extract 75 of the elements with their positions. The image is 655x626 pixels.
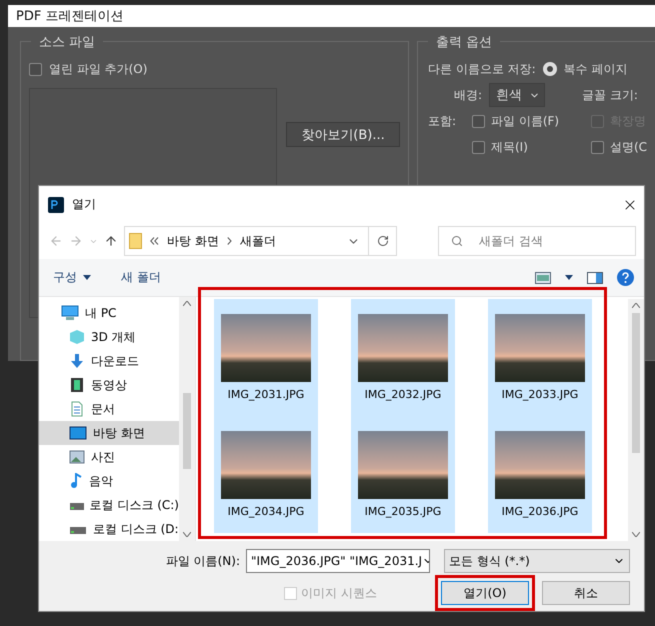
nav-item[interactable]: 사진 <box>39 445 179 469</box>
field-label: 배경: <box>454 86 482 104</box>
cube-icon <box>69 329 85 345</box>
checkbox[interactable] <box>591 140 604 154</box>
film-icon <box>69 377 85 393</box>
checkbox-label: 이미지 시퀀스 <box>301 584 377 602</box>
browse-button[interactable]: 찾아보기(B)... <box>286 122 400 147</box>
nav-item[interactable]: 문서 <box>39 397 179 421</box>
nav-item[interactable]: 다운로드 <box>39 349 179 373</box>
nav-item[interactable]: 내 PC <box>39 301 179 325</box>
file-type-select[interactable]: 모든 형식 (*.*) <box>444 549 630 573</box>
new-folder-button[interactable]: 새 폴더 <box>121 269 161 286</box>
checkbox[interactable] <box>472 140 485 154</box>
nav-item[interactable]: 3D 개체 <box>39 325 179 349</box>
nav-item[interactable]: 로컬 디스크 (D: <box>39 517 179 541</box>
file-name-field[interactable]: "IMG_2036.JPG" "IMG_2031.J <box>246 549 430 573</box>
scroll-down-icon[interactable] <box>632 532 640 537</box>
up-arrow-icon[interactable] <box>104 234 118 248</box>
computer-icon <box>61 305 79 321</box>
monitor-icon <box>69 426 87 440</box>
radio-button[interactable] <box>542 62 557 76</box>
help-icon[interactable] <box>617 269 634 286</box>
scrollbar-thumb[interactable] <box>632 313 640 453</box>
refresh-icon[interactable] <box>376 235 388 247</box>
scrollbar-thumb[interactable] <box>183 393 191 469</box>
double-chevron-icon <box>150 237 159 245</box>
checkbox[interactable] <box>472 114 485 128</box>
view-icon[interactable] <box>535 272 551 284</box>
search-field[interactable]: 새폴더 검색 <box>438 226 636 256</box>
group-legend: 출력 옵션 <box>428 33 500 51</box>
dialog-title: 열기 <box>72 196 96 213</box>
picture-icon <box>69 450 85 464</box>
scrollbar[interactable] <box>179 297 195 541</box>
address-bar[interactable]: 바탕 화면 새폴더 <box>124 226 397 256</box>
file-item[interactable]: IMG_2031.JPG <box>214 299 318 416</box>
checkbox-label: 설명(C <box>610 138 648 156</box>
cancel-button[interactable]: 취소 <box>542 581 630 605</box>
group-legend: 소스 파일 <box>31 33 104 51</box>
organize-menu[interactable]: 구성 <box>53 269 91 286</box>
checkbox[interactable] <box>29 62 42 76</box>
checkbox-label: 열린 파일 추가(O) <box>49 60 148 78</box>
field-label: 글꼴 크기: <box>582 86 638 104</box>
scroll-up-icon[interactable] <box>183 301 191 306</box>
field-label: 포함: <box>428 112 456 130</box>
breadcrumb[interactable]: 바탕 화면 <box>167 232 219 250</box>
file-item[interactable]: IMG_2033.JPG <box>488 299 592 416</box>
scroll-down-icon[interactable] <box>183 532 191 537</box>
nav-item[interactable]: 바탕 화면 <box>39 421 179 445</box>
file-item[interactable]: IMG_2032.JPG <box>351 299 455 416</box>
search-icon <box>451 235 463 247</box>
app-logo-icon <box>48 196 64 212</box>
nav-item[interactable]: 음악 <box>39 469 179 493</box>
field-label: 다른 이름으로 저장: <box>428 60 536 78</box>
radio-label: 복수 페이지 <box>564 60 628 78</box>
file-item[interactable]: IMG_2035.JPG <box>351 416 455 533</box>
window-title: PDF 프레젠테이션 <box>8 5 655 27</box>
breadcrumb[interactable]: 새폴더 <box>240 232 276 250</box>
chevron-right-icon <box>226 237 232 245</box>
nav-item[interactable]: 로컬 디스크 (C:) <box>39 493 179 517</box>
background-select[interactable]: 흰색 <box>489 83 546 107</box>
caret-icon[interactable] <box>565 275 573 280</box>
field-label: 파일 이름(N): <box>166 552 240 570</box>
checkbox-label: 제목(I) <box>491 138 528 156</box>
preview-pane-icon[interactable] <box>587 272 603 284</box>
scroll-up-icon[interactable] <box>632 303 640 308</box>
caret-icon <box>83 275 91 280</box>
nav-item[interactable]: 동영상 <box>39 373 179 397</box>
file-item[interactable]: IMG_2036.JPG <box>488 416 592 533</box>
checkbox-label: 파일 이름(F) <box>491 112 560 130</box>
document-icon <box>69 401 85 417</box>
folder-icon <box>129 233 142 249</box>
scrollbar[interactable] <box>628 299 644 541</box>
download-icon <box>69 353 85 369</box>
file-item[interactable]: IMG_2034.JPG <box>214 416 318 533</box>
music-note-icon <box>69 473 83 489</box>
